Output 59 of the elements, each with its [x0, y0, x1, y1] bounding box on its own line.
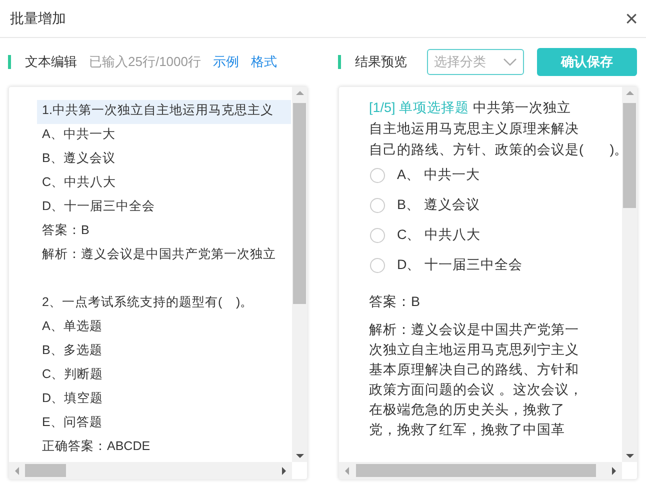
- analysis-line: 政策方面问题的会议 。这次会议，: [369, 381, 584, 399]
- vertical-scrollbar[interactable]: [292, 87, 307, 462]
- editor-line: E、问答题: [41, 414, 104, 431]
- close-button[interactable]: ×: [625, 8, 638, 30]
- analysis-line: 解析：遵义会议是中国共产党第一: [369, 321, 580, 339]
- editor-line: D、十一届三中全会: [41, 198, 156, 215]
- scrollbar-thumb[interactable]: [623, 103, 636, 208]
- editor-line: D、填空题: [41, 390, 104, 407]
- scroll-right-icon[interactable]: [612, 467, 616, 475]
- editor-line: C、中共八大: [41, 174, 118, 191]
- radio-button[interactable]: [370, 198, 385, 212]
- editor-line: 正确答案：ABCDE: [41, 438, 152, 455]
- radio-button[interactable]: [370, 168, 385, 182]
- analysis-line: 党，挽救了红军，挽救了中国革: [369, 421, 566, 439]
- analysis-line: 在极端危急的历史关头，挽救了: [369, 401, 566, 419]
- analysis-line: 基本原理解决自己的路线、方针和: [369, 361, 580, 379]
- editor-line: 解析：遵义会议是中国共产党第一次独立: [41, 246, 277, 263]
- editor-line: 2、一点考试系统支持的题型有( )。: [41, 294, 254, 311]
- question-line: [1/5] 单项选择题 中共第一次独立: [369, 99, 572, 117]
- dialog-title: 批量增加: [10, 10, 66, 28]
- editor-line: A、中共一大: [41, 126, 116, 143]
- editor-line: B、遵义会议: [41, 150, 116, 167]
- answer-text: 答案：B: [369, 293, 422, 311]
- category-select[interactable]: 选择分类: [427, 49, 524, 75]
- radio-button[interactable]: [370, 258, 385, 272]
- editor-line: B、多选题: [41, 342, 104, 359]
- editor-line: A、单选题: [41, 318, 104, 335]
- scroll-down-icon[interactable]: [626, 454, 634, 458]
- line-count: 已输入25行/1000行: [89, 53, 201, 71]
- analysis-line: 次独立自主地运用马克思列宁主义: [369, 341, 580, 359]
- scroll-left-icon[interactable]: [345, 467, 349, 475]
- option-label: C、 中共八大: [397, 226, 480, 244]
- chevron-down-icon: [503, 58, 517, 66]
- section-marker: [338, 55, 341, 69]
- question-line: 自主地运用马克思主义原理来解决: [369, 120, 580, 138]
- scrollbar-thumb[interactable]: [293, 103, 306, 304]
- vertical-scrollbar[interactable]: [622, 87, 637, 462]
- scroll-down-icon[interactable]: [296, 454, 304, 458]
- help-link[interactable]: 格式: [251, 53, 277, 71]
- editor-line: C、判断题: [41, 366, 104, 383]
- save-button[interactable]: 确认保存: [537, 48, 637, 76]
- question-line: 自己的路线、方针、政策的会议是( )。: [369, 141, 622, 159]
- option-label: B、 遵义会议: [397, 196, 480, 214]
- section-label: 结果预览: [355, 53, 407, 71]
- section-label: 文本编辑: [25, 53, 77, 71]
- scrollbar-thumb[interactable]: [356, 464, 596, 477]
- help-link[interactable]: 示例: [213, 53, 239, 71]
- scroll-up-icon[interactable]: [296, 91, 304, 95]
- scrollbar-thumb[interactable]: [25, 464, 66, 477]
- option-label: D、 十一届三中全会: [397, 256, 522, 274]
- radio-button[interactable]: [370, 228, 385, 242]
- section-marker: [8, 55, 11, 69]
- scroll-up-icon[interactable]: [626, 91, 634, 95]
- scroll-right-icon[interactable]: [282, 467, 286, 475]
- horizontal-scrollbar[interactable]: [9, 462, 292, 479]
- option-label: A、 中共一大: [397, 166, 480, 184]
- horizontal-scrollbar[interactable]: [339, 462, 622, 479]
- scroll-left-icon[interactable]: [15, 467, 19, 475]
- editor-line: 答案：B: [41, 222, 90, 239]
